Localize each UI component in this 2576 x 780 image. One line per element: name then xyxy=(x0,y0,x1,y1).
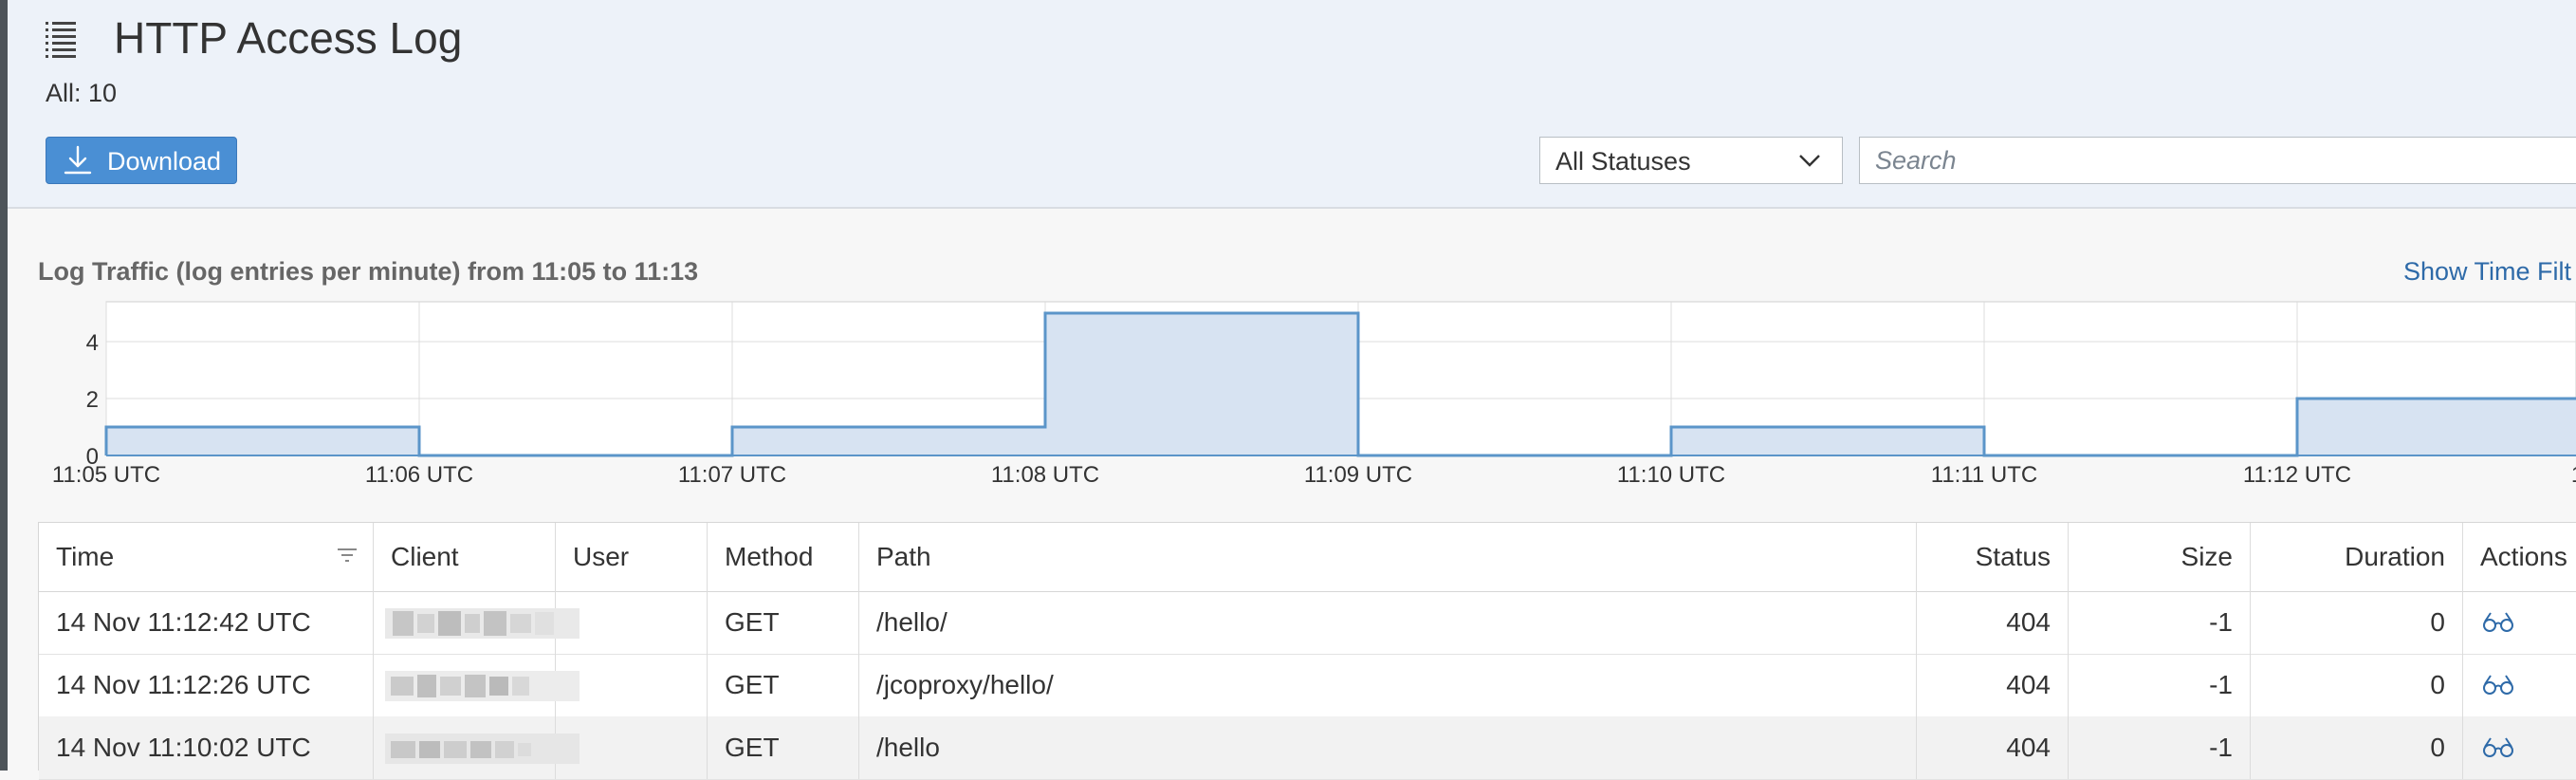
chevron-down-icon xyxy=(1799,155,1820,167)
cell-user xyxy=(556,716,708,779)
cell-time: 14 Nov 11:12:26 UTC xyxy=(39,654,374,716)
show-time-filter-link[interactable]: Show Time Filt xyxy=(2403,254,2571,288)
cell-path: /hello/ xyxy=(859,591,1917,654)
cell-method: GET xyxy=(708,716,859,779)
left-edge-bar xyxy=(0,0,8,771)
chart-y-tick-label: 2 xyxy=(86,387,99,413)
cell-actions xyxy=(2463,716,2576,779)
cell-time: 14 Nov 11:10:02 UTC xyxy=(39,716,374,779)
table-row[interactable]: 14 Nov 11:12:42 UTC GET /hello/ 404 -1 0 xyxy=(39,591,2576,655)
column-header-method[interactable]: Method xyxy=(708,523,859,591)
redacted-client-blur xyxy=(385,608,580,639)
chart-area-segment xyxy=(1671,427,1984,455)
column-header-status[interactable]: Status xyxy=(1917,523,2069,591)
column-header-size[interactable]: Size xyxy=(2069,523,2251,591)
cell-time: 14 Nov 11:12:42 UTC xyxy=(39,591,374,654)
cell-client xyxy=(374,591,580,654)
cell-method: GET xyxy=(708,591,859,654)
cell-user xyxy=(556,654,708,716)
cell-duration: 0 xyxy=(2251,716,2463,779)
log-traffic-chart: 02411:05 UTC 11:06 UTC 11:07 UTC 11:08 UTC 1… xyxy=(52,301,2576,488)
sort-icon[interactable] xyxy=(337,547,358,564)
cell-user xyxy=(556,591,708,654)
page-header: HTTP Access Log All: 10 Download All Sta… xyxy=(8,0,2576,209)
table-row[interactable]: 14 Nov 11:12:26 UTC GET /jcoproxy/hello/… xyxy=(39,654,2576,717)
cell-path: /hello xyxy=(859,716,1917,779)
chart-area-segment xyxy=(2297,399,2576,455)
cell-size: -1 xyxy=(2069,591,2251,654)
chart-x-tick-label: 11:13 U xyxy=(2571,462,2576,488)
cell-actions xyxy=(2463,654,2576,716)
entry-count: All: 10 xyxy=(46,79,118,107)
cell-client xyxy=(374,716,580,779)
cell-status: 404 xyxy=(1917,654,2069,716)
chart-x-tick-label: 11:08 UTC xyxy=(991,462,1099,488)
column-header-path[interactable]: Path xyxy=(859,523,1917,591)
chart-x-tick-label: 11:10 UTC xyxy=(1617,462,1725,488)
chart-x-tick-label: 11:12 UTC xyxy=(2243,462,2351,488)
chart-y-tick-label: 4 xyxy=(86,330,99,356)
chart-area-segment xyxy=(106,427,419,455)
chart-area-segment xyxy=(1045,313,1358,455)
chart-title: Log Traffic (log entries per minute) fro… xyxy=(38,257,699,286)
cell-status: 404 xyxy=(1917,591,2069,654)
chart-x-tick-label: 11:07 UTC xyxy=(678,462,786,488)
page-title: HTTP Access Log xyxy=(114,13,463,63)
cell-client xyxy=(374,654,580,716)
download-button[interactable]: Download xyxy=(46,137,237,184)
column-header-user[interactable]: User xyxy=(556,523,708,591)
status-filter-value: All Statuses xyxy=(1555,147,1691,176)
chart-x-tick-label: 11:09 UTC xyxy=(1304,462,1412,488)
glasses-icon[interactable] xyxy=(2482,610,2514,633)
search-input[interactable] xyxy=(1859,137,2576,184)
cell-method: GET xyxy=(708,654,859,716)
access-log-table: Time Client User Method Path Status Size… xyxy=(38,522,2576,780)
column-header-time[interactable]: Time xyxy=(39,523,374,591)
redacted-client-blur xyxy=(385,734,580,764)
cell-size: -1 xyxy=(2069,716,2251,779)
glasses-icon[interactable] xyxy=(2482,673,2514,696)
cell-path: /jcoproxy/hello/ xyxy=(859,654,1917,716)
cell-duration: 0 xyxy=(2251,591,2463,654)
chart-x-tick-label: 11:05 UTC xyxy=(52,462,160,488)
cell-status: 404 xyxy=(1917,716,2069,779)
table-header: Time Client User Method Path Status Size… xyxy=(39,523,2576,592)
cell-size: -1 xyxy=(2069,654,2251,716)
column-header-duration[interactable]: Duration xyxy=(2251,523,2463,591)
status-filter-select[interactable]: All Statuses xyxy=(1539,137,1843,184)
cell-duration: 0 xyxy=(2251,654,2463,716)
download-label: Download xyxy=(107,147,222,176)
glasses-icon[interactable] xyxy=(2482,735,2514,758)
redacted-client-blur xyxy=(385,671,580,701)
list-icon xyxy=(46,22,76,58)
column-header-client[interactable]: Client xyxy=(374,523,556,591)
chart-x-tick-label: 11:06 UTC xyxy=(365,462,473,488)
chart-x-tick-label: 11:11 UTC xyxy=(1931,462,2038,488)
cell-actions xyxy=(2463,591,2576,654)
download-icon xyxy=(64,145,92,175)
column-header-actions: Actions xyxy=(2480,542,2567,571)
chart-area-segment xyxy=(732,427,1045,455)
